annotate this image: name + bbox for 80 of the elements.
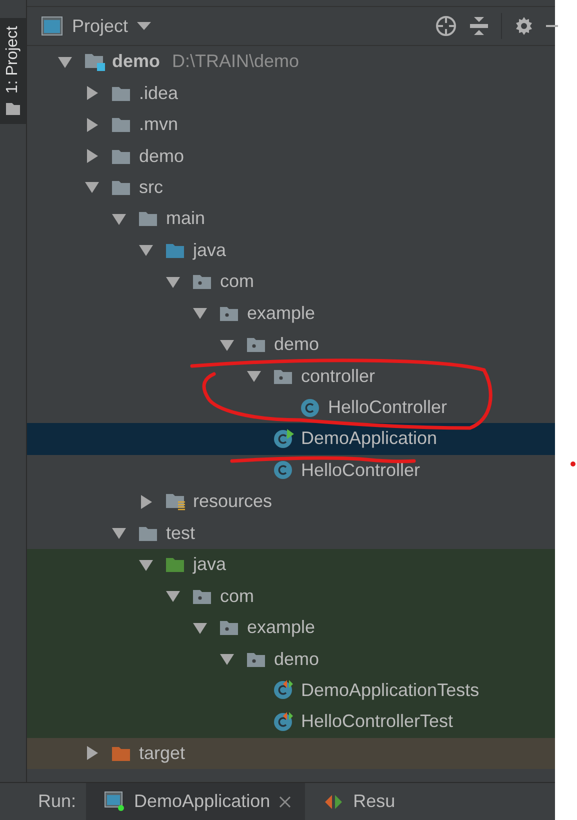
collapse-all-icon[interactable] — [469, 16, 489, 36]
folder-icon — [138, 524, 158, 542]
tree-item[interactable]: com — [27, 266, 555, 298]
minimize-icon[interactable] — [546, 24, 558, 28]
class-icon — [273, 460, 293, 480]
tree-item[interactable]: .mvn — [27, 108, 555, 140]
tree-item[interactable]: example — [27, 612, 555, 644]
tree-item[interactable]: test — [27, 518, 555, 549]
collapse-arrow-icon[interactable] — [166, 274, 180, 289]
side-tab[interactable]: 1: Project — [0, 18, 26, 124]
package-icon — [246, 650, 266, 668]
annotation-dot — [570, 462, 576, 466]
tree-item[interactable]: com — [27, 580, 555, 612]
tree-item[interactable]: HelloController — [27, 392, 555, 424]
collapse-arrow-icon[interactable] — [220, 652, 234, 666]
class-run-icon — [273, 428, 295, 449]
collapse-arrow-icon[interactable] — [112, 212, 126, 226]
class-icon — [300, 398, 320, 418]
folder-icon — [111, 116, 131, 134]
folder-icon — [111, 84, 131, 102]
tree-item[interactable]: example — [27, 298, 555, 329]
package-icon — [273, 368, 293, 385]
tree-item[interactable]: HelloControllerTest — [27, 706, 555, 738]
folder-icon — [138, 210, 158, 228]
tree-item[interactable]: DemoApplicationTests — [27, 674, 555, 706]
app-window-icon — [104, 791, 126, 812]
package-icon — [219, 304, 239, 322]
test-class-icon — [273, 680, 295, 700]
run-tab[interactable]: Resu — [305, 783, 410, 820]
package-icon — [219, 619, 239, 636]
folder-icon — [5, 102, 21, 116]
folder-icon — [165, 556, 185, 574]
run-tab[interactable]: DemoApplication — [86, 783, 306, 820]
locate-icon[interactable] — [435, 15, 457, 37]
collapse-arrow-icon[interactable] — [139, 243, 153, 258]
folder-icon — [165, 242, 185, 259]
collapse-arrow-icon[interactable] — [112, 526, 126, 540]
package-icon — [192, 273, 212, 290]
tree-item[interactable]: java — [27, 234, 555, 266]
module-folder-icon — [84, 52, 106, 72]
expand-arrow-icon[interactable] — [85, 86, 99, 100]
collapse-arrow-icon[interactable] — [220, 338, 234, 352]
collapse-arrow-icon[interactable] — [166, 589, 180, 604]
expand-arrow-icon[interactable] — [85, 149, 99, 164]
folder-icon — [111, 744, 131, 762]
expand-arrow-icon[interactable] — [139, 494, 153, 509]
collapse-arrow-icon[interactable] — [247, 369, 261, 384]
collapse-arrow-icon[interactable] — [58, 54, 72, 69]
collapse-arrow-icon[interactable] — [139, 558, 153, 572]
tree-item[interactable]: controller — [27, 360, 555, 392]
expand-arrow-icon[interactable] — [85, 118, 99, 132]
tree-item[interactable]: main — [27, 203, 555, 235]
resources-folder-icon — [165, 492, 186, 512]
package-icon — [246, 336, 266, 354]
expand-arrow-icon[interactable] — [85, 746, 99, 760]
tree-item[interactable]: DemoApplication — [27, 423, 555, 455]
tree-item[interactable]: .idea — [27, 77, 555, 109]
close-icon[interactable] — [279, 796, 292, 808]
folder-icon — [111, 178, 131, 196]
tree-item[interactable]: target — [27, 738, 555, 770]
tree-item[interactable]: java — [27, 549, 555, 580]
test-run-icon — [323, 792, 344, 810]
view-selector[interactable]: Project — [41, 16, 152, 36]
tree-item[interactable]: demo — [27, 643, 555, 675]
folder-icon — [111, 148, 131, 165]
settings-icon[interactable] — [514, 16, 534, 36]
tree-item[interactable]: HelloController — [27, 454, 555, 486]
caret-icon — [137, 22, 152, 30]
tree-item[interactable]: demo D:\TRAIN\demo — [27, 46, 555, 78]
collapse-arrow-icon[interactable] — [85, 180, 99, 194]
run-label: Run: — [38, 791, 76, 812]
tree-item[interactable]: resources — [27, 486, 555, 518]
tree-item[interactable]: demo — [27, 328, 555, 360]
tree-item[interactable]: src — [27, 172, 555, 204]
test-class-icon — [273, 712, 295, 732]
collapse-arrow-icon[interactable] — [193, 620, 207, 635]
collapse-arrow-icon[interactable] — [193, 306, 207, 320]
window-icon — [41, 16, 63, 36]
tree-item[interactable]: demo — [27, 140, 555, 172]
package-icon — [192, 588, 212, 605]
